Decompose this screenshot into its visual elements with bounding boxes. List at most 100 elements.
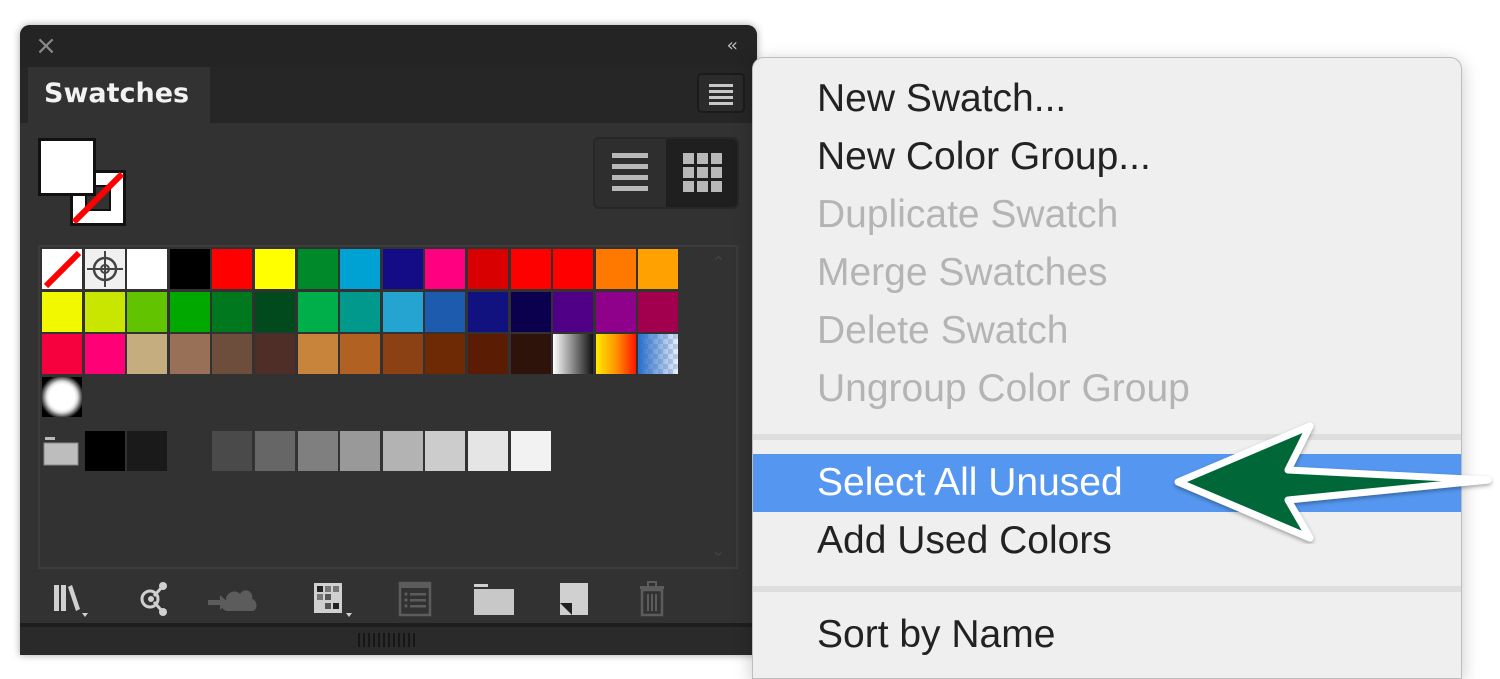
- thumbnail-view-button[interactable]: [666, 139, 737, 207]
- swatch-grayscale[interactable]: [425, 431, 466, 472]
- swatch[interactable]: [169, 291, 210, 332]
- swatch[interactable]: [382, 334, 423, 375]
- swatch-grayscale[interactable]: [255, 431, 295, 472]
- swatch[interactable]: [212, 291, 253, 332]
- show-swatch-kinds-menu-icon[interactable]: [312, 579, 356, 619]
- new-color-group-icon[interactable]: [470, 579, 514, 619]
- swatch[interactable]: [595, 249, 636, 289]
- swatch-grayscale[interactable]: [84, 431, 125, 472]
- swatch-list: ⌃ ⌄: [38, 245, 738, 569]
- swatch[interactable]: [425, 291, 466, 332]
- swatch[interactable]: [42, 334, 82, 375]
- close-icon[interactable]: ×: [35, 33, 57, 59]
- panel-titlebar[interactable]: × ‹‹: [20, 25, 757, 67]
- grid-view-icon-cell: [697, 167, 708, 178]
- swatch[interactable]: [127, 249, 168, 289]
- panel-resize-bar[interactable]: [20, 623, 757, 655]
- resize-grip-icon[interactable]: [358, 633, 416, 647]
- grid-view-icon-cell: [711, 153, 722, 164]
- swatches-panel-menu: New Swatch... New Color Group... Duplica…: [752, 57, 1462, 679]
- swatch-libraries-menu-icon[interactable]: [50, 579, 94, 619]
- delete-swatch-icon: [640, 581, 664, 617]
- swatch[interactable]: [425, 249, 466, 289]
- menu-item-add-used-colors[interactable]: Add Used Colors: [753, 512, 1461, 570]
- menu-item-select-all-unused[interactable]: Select All Unused: [753, 454, 1461, 512]
- menu-item-delete-swatch: Delete Swatch: [817, 309, 1069, 352]
- swatch-grayscale[interactable]: [127, 431, 168, 472]
- swatch[interactable]: [297, 291, 338, 332]
- swatch[interactable]: [382, 291, 423, 332]
- panel-menu-button[interactable]: [697, 73, 745, 113]
- fill-swatch[interactable]: [38, 138, 96, 196]
- swatch-registration[interactable]: [84, 249, 125, 289]
- hamburger-icon: [709, 84, 733, 87]
- swatch[interactable]: [255, 249, 295, 289]
- swatch-none[interactable]: [42, 249, 82, 289]
- swatch[interactable]: [127, 291, 168, 332]
- swatch[interactable]: [297, 249, 338, 289]
- swatch[interactable]: [553, 291, 594, 332]
- swatch[interactable]: [255, 291, 295, 332]
- swatch[interactable]: [340, 334, 381, 375]
- swatch[interactable]: [212, 334, 253, 375]
- swatch-grayscale[interactable]: [468, 431, 508, 472]
- swatch[interactable]: [42, 291, 82, 332]
- scroll-up-icon[interactable]: ⌃: [711, 253, 726, 274]
- swatch-grayscale[interactable]: [510, 431, 551, 472]
- swatch-gradient[interactable]: [638, 334, 679, 375]
- swatch-grayscale[interactable]: [212, 431, 253, 472]
- swatch[interactable]: [425, 334, 466, 375]
- collapse-panel-icon[interactable]: ‹‹: [727, 35, 739, 56]
- view-toggle: [593, 137, 739, 209]
- swatch-gradient[interactable]: [595, 334, 636, 375]
- swatch[interactable]: [255, 334, 295, 375]
- grid-view-icon-cell: [683, 167, 694, 178]
- menu-item-ungroup-color-group: Ungroup Color Group: [817, 367, 1190, 410]
- swatch-grayscale[interactable]: [382, 431, 423, 472]
- grid-view-icon-cell: [711, 181, 722, 192]
- swatch[interactable]: [510, 291, 551, 332]
- swatch[interactable]: [382, 249, 423, 289]
- swatch[interactable]: [212, 249, 253, 289]
- scroll-down-icon[interactable]: ⌄: [711, 540, 726, 561]
- menu-item-sort-by-name[interactable]: Sort by Name: [753, 606, 1461, 664]
- cc-libraries-icon[interactable]: [132, 579, 176, 619]
- swatch[interactable]: [595, 291, 636, 332]
- color-group-folder-icon[interactable]: [42, 431, 82, 471]
- swatch[interactable]: [638, 291, 679, 332]
- swatch[interactable]: [84, 291, 125, 332]
- swatch[interactable]: [297, 334, 338, 375]
- fill-stroke-indicator[interactable]: [38, 138, 130, 230]
- swatch[interactable]: [468, 291, 508, 332]
- menu-item-new-color-group[interactable]: New Color Group...: [753, 128, 1461, 186]
- grid-view-icon-cell: [683, 181, 694, 192]
- grid-view-icon-cell: [711, 167, 722, 178]
- swatch[interactable]: [510, 334, 551, 375]
- new-swatch-icon[interactable]: [552, 579, 596, 619]
- list-view-icon: [612, 153, 648, 158]
- swatch-grayscale[interactable]: [297, 431, 338, 472]
- swatch[interactable]: [127, 334, 168, 375]
- swatch-gradient[interactable]: [553, 334, 594, 375]
- swatches-panel: × ‹‹ Swatches ⌃ ⌄: [20, 25, 757, 655]
- menu-item-new-swatch[interactable]: New Swatch...: [753, 70, 1461, 128]
- swatch[interactable]: [340, 249, 381, 289]
- tab-swatches[interactable]: Swatches: [28, 67, 210, 123]
- swatch[interactable]: [510, 249, 551, 289]
- swatch[interactable]: [468, 249, 508, 289]
- swatch[interactable]: [84, 334, 125, 375]
- swatch-grayscale[interactable]: [340, 431, 381, 472]
- grid-view-icon-cell: [697, 181, 708, 192]
- hamburger-icon: [709, 90, 733, 93]
- swatch[interactable]: [638, 249, 679, 289]
- panel-bottom-toolbar: [20, 575, 757, 623]
- hamburger-icon: [709, 96, 733, 99]
- list-view-button[interactable]: [595, 139, 666, 207]
- swatch[interactable]: [169, 334, 210, 375]
- panel-tabbar: Swatches: [20, 67, 757, 123]
- swatch[interactable]: [553, 249, 594, 289]
- swatch[interactable]: [468, 334, 508, 375]
- swatch[interactable]: [169, 249, 210, 289]
- swatch[interactable]: [340, 291, 381, 332]
- swatch-pattern[interactable]: [42, 376, 82, 417]
